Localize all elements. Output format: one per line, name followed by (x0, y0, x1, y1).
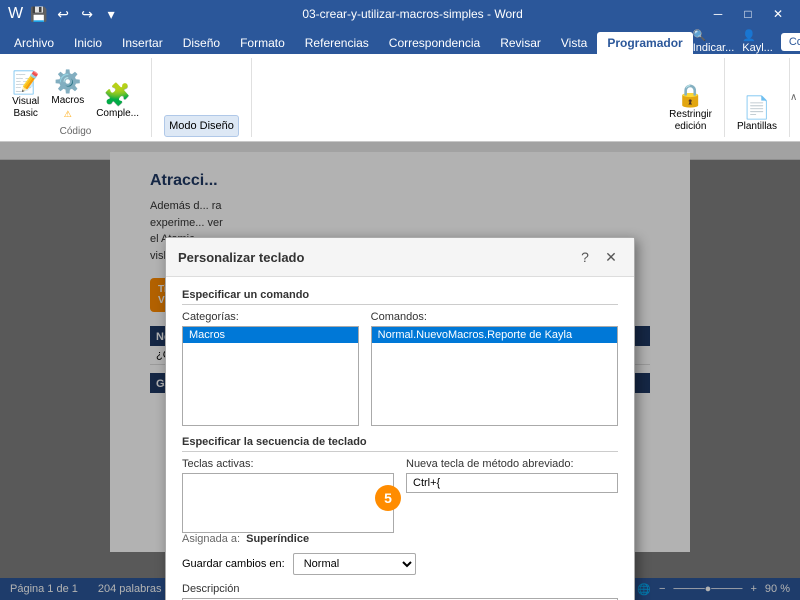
maximize-btn[interactable]: □ (734, 4, 762, 24)
category-macros[interactable]: Macros (183, 327, 358, 343)
tab-archivo[interactable]: Archivo (4, 32, 64, 54)
active-keys-box[interactable] (182, 473, 394, 533)
content-area: Atracci... Además d... raexperime... ver… (0, 142, 800, 600)
save-label: Guardar cambios en: (182, 558, 285, 570)
ribbon-items-protect: 🔒 Restringiredición (665, 58, 716, 137)
app-window: W 💾 ↩ ↪ ▾ 03-crear-y-utilizar-macros-sim… (0, 0, 800, 600)
assigned-to-label: Asignada a: (182, 533, 240, 545)
tab-programador[interactable]: Programador (597, 32, 692, 54)
modal-help-btn[interactable]: ? (574, 246, 596, 268)
active-keys-col: Teclas activas: (182, 458, 394, 533)
description-section: Descripción (182, 583, 618, 600)
tab-inicio[interactable]: Inicio (64, 32, 112, 54)
commands-list[interactable]: Normal.NuevoMacros.Reporte de Kayla (371, 326, 618, 426)
restrict-icon: 🔒 (677, 85, 704, 107)
tab-correspondencia[interactable]: Correspondencia (379, 32, 490, 54)
ribbon-items-templates: 📄 Plantillas (733, 58, 781, 137)
ribbon-group-items-codigo: 📝 VisualBasic ⚙️ Macros ⚠ 🧩 Comple... (8, 58, 143, 124)
ribbon-items-controls: Modo Diseño (164, 58, 239, 137)
modal-body: Especificar un comando Categorías: Macro… (166, 277, 634, 600)
macros-icon: ⚙️ (54, 71, 81, 93)
specify-sequence-label: Especificar la secuencia de teclado (182, 436, 618, 452)
new-key-input[interactable] (406, 473, 618, 493)
indicator-btn[interactable]: 🔍 Indicar... (693, 29, 735, 54)
description-label: Descripción (182, 583, 618, 595)
complements-icon: 🧩 (104, 84, 131, 106)
word-logo-icon: W (8, 5, 23, 23)
new-key-label: Nueva tecla de método abreviado: (406, 458, 618, 470)
complements-btn[interactable]: 🧩 Comple... (92, 80, 143, 124)
ribbon-group-controls: Modo Diseño (152, 58, 252, 137)
minimize-btn[interactable]: ─ (704, 4, 732, 24)
tab-referencias[interactable]: Referencias (295, 32, 379, 54)
tab-revisar[interactable]: Revisar (490, 32, 551, 54)
macros-btn[interactable]: ⚙️ Macros ⚠ (47, 67, 88, 124)
tab-diseno[interactable]: Diseño (173, 32, 230, 54)
undo-quick-btn[interactable]: ↩ (53, 4, 73, 24)
ribbon-tab-bar: Archivo Inicio Insertar Diseño Formato R… (0, 28, 800, 54)
user-name-btn[interactable]: 👤 Kayl... (742, 29, 773, 54)
document-area: Atracci... Además d... raexperime... ver… (0, 142, 800, 600)
assigned-row: Asignada a: Superíndice (182, 533, 618, 545)
modal-title: Personalizar teclado (178, 250, 304, 265)
ribbon-content: 📝 VisualBasic ⚙️ Macros ⚠ 🧩 Comple... Có… (0, 54, 800, 142)
tab-formato[interactable]: Formato (230, 32, 295, 54)
share-btn[interactable]: Compartir (781, 33, 800, 51)
ribbon-collapse-btn[interactable]: ∧ (790, 58, 800, 137)
window-controls: ─ □ ✕ (704, 4, 792, 24)
tab-insertar[interactable]: Insertar (112, 32, 173, 54)
command-columns: Categorías: Macros Comandos: (182, 311, 618, 426)
window-title: 03-crear-y-utilizar-macros-simples - Wor… (121, 7, 704, 21)
commands-col: Comandos: Normal.NuevoMacros.Reporte de … (371, 311, 618, 426)
badge-5: 5 (375, 485, 401, 511)
warning-icon: ⚠ (64, 109, 72, 120)
templates-btn[interactable]: 📄 Plantillas (733, 93, 781, 137)
ribbon-group-templates: 📄 Plantillas (725, 58, 790, 137)
modal-controls: ? ✕ (574, 246, 622, 268)
vb-icon: 📝 (12, 72, 39, 94)
categories-list[interactable]: Macros (182, 326, 359, 426)
design-mode-label: Modo Diseño (169, 120, 234, 132)
commands-label: Comandos: (371, 311, 618, 323)
specify-command-label: Especificar un comando (182, 289, 618, 305)
commands-list-wrap: Normal.NuevoMacros.Reporte de Kayla (371, 326, 618, 426)
active-keys-label: Teclas activas: (182, 458, 394, 470)
ribbon-group-codigo: 📝 VisualBasic ⚙️ Macros ⚠ 🧩 Comple... Có… (0, 58, 152, 137)
categories-col: Categorías: Macros (182, 311, 359, 426)
codigo-group-label: Código (60, 126, 92, 137)
new-key-col: Nueva tecla de método abreviado: (406, 458, 618, 493)
visual-basic-btn[interactable]: 📝 VisualBasic (8, 68, 43, 124)
restrict-editing-btn[interactable]: 🔒 Restringiredición (665, 81, 716, 137)
tab-vista[interactable]: Vista (551, 32, 597, 54)
close-btn[interactable]: ✕ (764, 4, 792, 24)
redo-quick-btn[interactable]: ↪ (77, 4, 97, 24)
modal-close-btn[interactable]: ✕ (600, 246, 622, 268)
assigned-to-value: Superíndice (246, 533, 309, 545)
categories-list-wrap: Macros (182, 326, 359, 426)
ribbon-spacer (252, 58, 657, 137)
personalizar-teclado-dialog: Personalizar teclado ? ✕ Especificar un … (165, 237, 635, 600)
ribbon-group-protect: 🔒 Restringiredición (657, 58, 725, 137)
customize-quick-btn[interactable]: ▾ (101, 4, 121, 24)
modal-overlay: Personalizar teclado ? ✕ Especificar un … (0, 142, 800, 600)
quick-access-toolbar: 💾 ↩ ↪ ▾ (29, 4, 121, 24)
templates-icon: 📄 (743, 97, 770, 119)
title-bar: W 💾 ↩ ↪ ▾ 03-crear-y-utilizar-macros-sim… (0, 0, 800, 28)
modal-titlebar: Personalizar teclado ? ✕ (166, 238, 634, 277)
save-select[interactable]: Normal Documento actual Plantilla (293, 553, 416, 575)
save-quick-btn[interactable]: 💾 (29, 4, 49, 24)
command-item-macro[interactable]: Normal.NuevoMacros.Reporte de Kayla (372, 327, 617, 343)
save-row: Guardar cambios en: Normal Documento act… (182, 553, 618, 575)
title-bar-left: W 💾 ↩ ↪ ▾ (8, 4, 121, 24)
categories-label: Categorías: (182, 311, 359, 323)
design-mode-btn[interactable]: Modo Diseño (164, 115, 239, 137)
